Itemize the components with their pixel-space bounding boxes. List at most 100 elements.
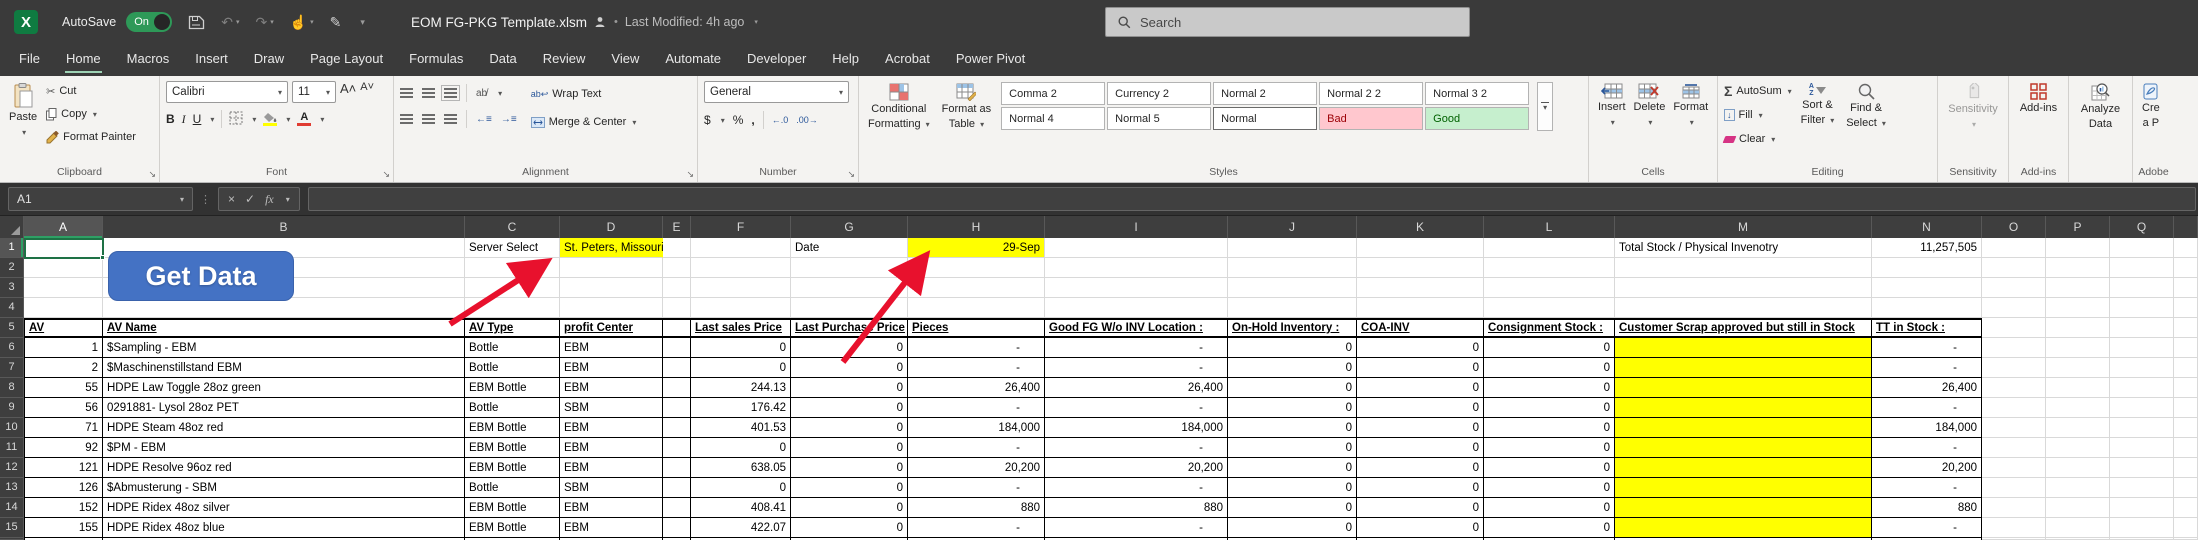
cell-E14[interactable] — [663, 498, 691, 518]
cell-K9[interactable]: 0 — [1357, 398, 1484, 418]
font-size-combobox[interactable]: 11▾ — [292, 81, 336, 103]
cell-H15[interactable]: - — [908, 518, 1045, 538]
cell-I3[interactable] — [1045, 278, 1228, 298]
cell-O12[interactable] — [1982, 458, 2046, 478]
cell-H8[interactable]: 26,400 — [908, 378, 1045, 398]
cell-x186[interactable] — [2174, 338, 2198, 358]
orientation-button[interactable]: ab̸ — [476, 88, 487, 99]
cell-I8[interactable]: 26,400 — [1045, 378, 1228, 398]
row-header-5[interactable]: 5 — [0, 318, 24, 338]
cell-N14[interactable]: 880 — [1872, 498, 1982, 518]
row-header-10[interactable]: 10 — [0, 418, 24, 438]
alignment-dialog-launcher[interactable]: ↘ — [686, 169, 694, 180]
cell-C3[interactable] — [465, 278, 560, 298]
increase-decimal-button[interactable]: ←.0 — [772, 115, 789, 125]
cell-H2[interactable] — [908, 258, 1045, 278]
row-header-13[interactable]: 13 — [0, 478, 24, 498]
cell-Q7[interactable] — [2110, 358, 2174, 378]
menu-tab-macros[interactable]: Macros — [114, 44, 183, 76]
cell-A6[interactable]: 1 — [24, 338, 103, 358]
cell-G9[interactable]: 0 — [791, 398, 908, 418]
cell-A9[interactable]: 56 — [24, 398, 103, 418]
cell-H3[interactable] — [908, 278, 1045, 298]
menu-tab-page-layout[interactable]: Page Layout — [297, 44, 396, 76]
cell-D1[interactable]: St. Peters, Missouri — [560, 238, 663, 258]
column-header-E[interactable]: E — [663, 216, 691, 238]
cell-L2[interactable] — [1484, 258, 1615, 278]
cell-D7[interactable]: EBM — [560, 358, 663, 378]
cell-x185[interactable] — [2174, 318, 2198, 338]
cell-style-normal-5[interactable]: Normal 5 — [1107, 107, 1211, 130]
cell-style-normal-2[interactable]: Normal 2 — [1213, 82, 1317, 105]
menu-tab-view[interactable]: View — [598, 44, 652, 76]
cell-x182[interactable] — [2174, 258, 2198, 278]
cell-E1[interactable] — [663, 238, 691, 258]
column-header-G[interactable]: G — [791, 216, 908, 238]
cell-F1[interactable] — [691, 238, 791, 258]
cell-I12[interactable]: 20,200 — [1045, 458, 1228, 478]
menu-tab-power-pivot[interactable]: Power Pivot — [943, 44, 1038, 76]
cell-H4[interactable] — [908, 298, 1045, 318]
cell-B9[interactable]: 0291881- Lysol 28oz PET — [103, 398, 465, 418]
cell-D12[interactable]: EBM — [560, 458, 663, 478]
cell-M13[interactable] — [1615, 478, 1872, 498]
cell-A3[interactable] — [24, 278, 103, 298]
cell-O9[interactable] — [1982, 398, 2046, 418]
menu-tab-home[interactable]: Home — [53, 44, 114, 76]
cell-E13[interactable] — [663, 478, 691, 498]
cell-N1[interactable]: 11,257,505 — [1872, 238, 1982, 258]
fill-button[interactable]: ↓Fill▾ — [1724, 105, 1792, 125]
menu-tab-insert[interactable]: Insert — [182, 44, 241, 76]
cell-A1[interactable] — [24, 238, 103, 258]
cell-G3[interactable] — [791, 278, 908, 298]
cell-M14[interactable] — [1615, 498, 1872, 518]
cell-J9[interactable]: 0 — [1228, 398, 1357, 418]
format-painter-button[interactable]: Format Painter — [46, 127, 136, 147]
cell-H14[interactable]: 880 — [908, 498, 1045, 518]
cell-K7[interactable]: 0 — [1357, 358, 1484, 378]
cell-x184[interactable] — [2174, 298, 2198, 318]
column-header-P[interactable]: P — [2046, 216, 2110, 238]
cell-E8[interactable] — [663, 378, 691, 398]
cell-L12[interactable]: 0 — [1484, 458, 1615, 478]
cell-H12[interactable]: 20,200 — [908, 458, 1045, 478]
cell-A11[interactable]: 92 — [24, 438, 103, 458]
column-header-D[interactable]: D — [560, 216, 663, 238]
cell-D6[interactable]: EBM — [560, 338, 663, 358]
menu-tab-help[interactable]: Help — [819, 44, 872, 76]
cell-F10[interactable]: 401.53 — [691, 418, 791, 438]
redo-button[interactable]: ↷▾ — [255, 14, 273, 31]
cell-D11[interactable]: EBM — [560, 438, 663, 458]
save-button[interactable] — [188, 15, 205, 30]
cell-F4[interactable] — [691, 298, 791, 318]
cell-O7[interactable] — [1982, 358, 2046, 378]
cell-P3[interactable] — [2046, 278, 2110, 298]
cell-L1[interactable] — [1484, 238, 1615, 258]
addins-button[interactable]: Add-ins — [2017, 81, 2060, 117]
cell-K14[interactable]: 0 — [1357, 498, 1484, 518]
cell-L8[interactable]: 0 — [1484, 378, 1615, 398]
insert-function-button[interactable]: fx — [265, 192, 274, 207]
cell-x1815[interactable] — [2174, 518, 2198, 538]
menu-tab-developer[interactable]: Developer — [734, 44, 819, 76]
cell-K11[interactable]: 0 — [1357, 438, 1484, 458]
cell-style-normal-3-2[interactable]: Normal 3 2 — [1425, 82, 1529, 105]
cell-P8[interactable] — [2046, 378, 2110, 398]
styles-gallery-more-button[interactable]: ▾ — [1537, 82, 1553, 131]
cell-F8[interactable]: 244.13 — [691, 378, 791, 398]
cell-C12[interactable]: EBM Bottle — [465, 458, 560, 478]
column-header-B[interactable]: B — [103, 216, 465, 238]
cell-P6[interactable] — [2046, 338, 2110, 358]
cell-F12[interactable]: 638.05 — [691, 458, 791, 478]
cell-F2[interactable] — [691, 258, 791, 278]
cell-G8[interactable]: 0 — [791, 378, 908, 398]
autosave-toggle[interactable]: On — [126, 12, 172, 32]
cell-E15[interactable] — [663, 518, 691, 538]
name-box[interactable]: A1 ▾ — [8, 187, 193, 211]
align-center-button[interactable] — [422, 114, 435, 124]
cell-E4[interactable] — [663, 298, 691, 318]
format-as-table-button[interactable]: Format as Table ▾ — [939, 81, 995, 133]
cell-C13[interactable]: Bottle — [465, 478, 560, 498]
cell-K6[interactable]: 0 — [1357, 338, 1484, 358]
cell-I6[interactable]: - — [1045, 338, 1228, 358]
